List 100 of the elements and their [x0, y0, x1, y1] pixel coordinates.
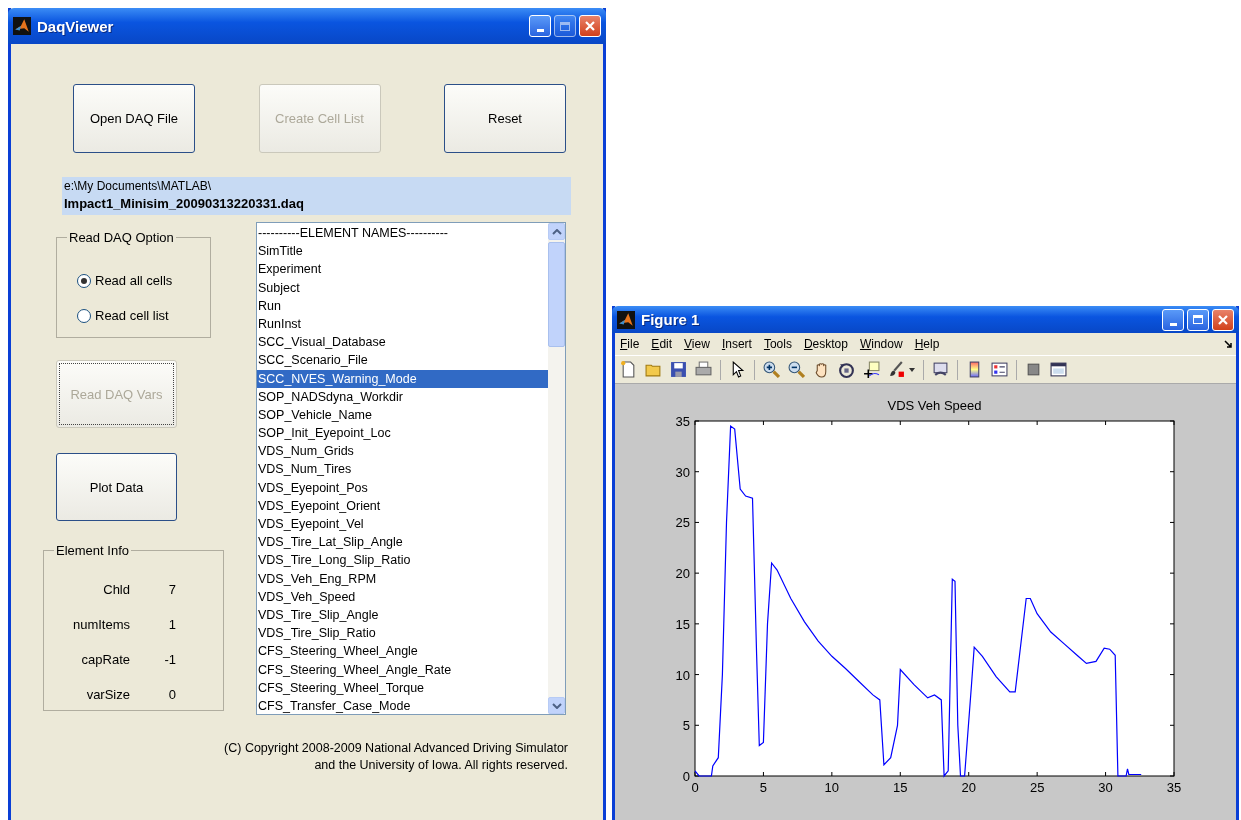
x-tick-label: 25: [1029, 780, 1045, 795]
x-tick-label: 5: [759, 780, 768, 795]
scroll-up-button[interactable]: [548, 223, 565, 240]
field-label: capRate: [80, 652, 130, 667]
link-plot-icon[interactable]: [932, 361, 949, 378]
x-tick-label: 35: [1166, 780, 1182, 795]
new-file-icon[interactable]: [620, 361, 637, 378]
list-item[interactable]: CFS_Steering_Wheel_Angle_Rate: [257, 660, 548, 679]
list-item[interactable]: VDS_Tire_Slip_Ratio: [257, 624, 548, 643]
x-tick-label: 10: [824, 780, 840, 795]
save-icon[interactable]: [670, 361, 687, 378]
menu-item[interactable]: Help: [914, 337, 940, 351]
field-label: numItems: [71, 617, 130, 632]
caret-icon[interactable]: [909, 367, 915, 372]
list-item[interactable]: VDS_Eyepoint_Pos: [257, 478, 548, 497]
matlab-logo-icon: [13, 17, 31, 35]
y-tick-label: 15: [675, 616, 690, 632]
list-item[interactable]: CFS_Steering_Wheel_Angle: [257, 642, 548, 661]
push-button[interactable]: Open DAQ File: [73, 84, 195, 153]
dock-arrow-icon[interactable]: [1224, 340, 1232, 348]
y-tick-label: 35: [675, 414, 690, 429]
list-item[interactable]: Experiment: [257, 260, 548, 279]
x-tick-label: 15: [893, 780, 908, 795]
field-label: Chld: [102, 582, 130, 597]
list-item[interactable]: VDS_Veh_Eng_RPM: [257, 569, 548, 588]
x-tick-label: 20: [961, 780, 976, 795]
list-item[interactable]: VDS_Tire_Lat_Slip_Angle: [257, 533, 548, 552]
list-item[interactable]: VDS_Eyepoint_Vel: [257, 515, 548, 534]
square-icon[interactable]: [1025, 361, 1042, 378]
list-item[interactable]: VDS_Num_Tires: [257, 460, 548, 479]
zoom-out-icon[interactable]: [788, 361, 805, 378]
list-item[interactable]: SCC_Scenario_File: [257, 351, 548, 370]
minimize-button[interactable]: [529, 15, 551, 37]
x-tick-label: 0: [691, 780, 699, 795]
menu-item[interactable]: Edit: [651, 337, 673, 351]
close-button[interactable]: [1212, 308, 1234, 331]
file-name-text: Impact1_Minisim_20090313220331.daq: [64, 196, 305, 211]
list-item[interactable]: SimTitle: [257, 242, 548, 261]
minimize-button[interactable]: [1162, 308, 1184, 331]
chevron-up-icon: [551, 228, 562, 235]
field-value: 7: [167, 582, 176, 597]
list-item[interactable]: CFS_Steering_Wheel_Torque: [257, 678, 548, 697]
menu-item[interactable]: Tools: [763, 337, 792, 351]
menu-item[interactable]: View: [684, 337, 710, 351]
list-item[interactable]: SOP_Vehicle_Name: [257, 405, 548, 425]
window-icon[interactable]: [1050, 361, 1067, 378]
maximize-button[interactable]: [554, 15, 576, 37]
y-tick-label: 5: [682, 718, 690, 734]
print-icon[interactable]: [695, 361, 712, 378]
chart-title: VDS Veh Speed: [887, 398, 982, 413]
close-button[interactable]: [579, 15, 601, 37]
group-title: Element Info: [55, 543, 130, 558]
scroll-down-button[interactable]: [548, 697, 565, 714]
scrollbar-thumb[interactable]: [548, 242, 565, 347]
close-icon: [584, 20, 596, 32]
window-title: Figure 1: [641, 311, 700, 328]
list-item[interactable]: CFS_Transfer_Case_Mode: [257, 696, 548, 714]
list-item[interactable]: VDS_Eyepoint_Orient: [257, 496, 548, 515]
field-value: 1: [167, 617, 176, 632]
field-value: -1: [163, 652, 176, 667]
plot-data-button[interactable]: Plot Data: [56, 453, 177, 521]
list-item[interactable]: SOP_NADSdyna_Workdir: [257, 387, 548, 406]
matlab-logo-icon: [617, 310, 635, 329]
y-tick-label: 0: [682, 769, 690, 784]
group-title: Read DAQ Option: [68, 230, 175, 245]
close-icon: [1217, 313, 1229, 326]
list-item[interactable]: VDS_Veh_Speed: [257, 587, 548, 606]
y-tick-label: 25: [675, 515, 690, 531]
list-item[interactable]: SOP_Init_Eyepoint_Loc: [257, 424, 548, 443]
data-cursor-icon[interactable]: [863, 361, 880, 378]
chevron-down-icon: [551, 702, 562, 709]
rotate-icon[interactable]: [838, 361, 855, 378]
y-tick-label: 10: [675, 667, 690, 683]
menu-item[interactable]: Desktop: [803, 337, 848, 351]
list-item[interactable]: VDS_Num_Grids: [257, 442, 548, 461]
brush-icon[interactable]: [888, 361, 905, 378]
x-tick-label: 30: [1098, 780, 1113, 795]
menu-item[interactable]: Window: [859, 337, 903, 351]
zoom-in-icon[interactable]: [763, 361, 780, 378]
list-item[interactable]: RunInst: [257, 314, 548, 334]
radio-option[interactable]: Read cell list: [57, 298, 210, 333]
menu-item[interactable]: File: [620, 337, 640, 351]
push-button[interactable]: Reset: [444, 84, 566, 153]
y-tick-label: 20: [675, 566, 690, 582]
menu-item[interactable]: Insert: [721, 337, 752, 351]
list-item[interactable]: VDS_Tire_Long_Slip_Ratio: [257, 551, 548, 570]
list-item[interactable]: ----------ELEMENT NAMES----------: [257, 224, 548, 243]
list-item[interactable]: SCC_NVES_Warning_Mode: [257, 369, 548, 388]
copyright-text: and the University of Iowa. All rights reserved.: [314, 758, 568, 772]
list-item[interactable]: Run: [257, 296, 548, 315]
copyright-text: (C) Copyright 2008-2009 National Advanced Driving Simulator: [224, 741, 568, 755]
window-title: DaqViewer: [37, 17, 114, 35]
list-item[interactable]: SCC_Visual_Database: [257, 333, 548, 352]
legend-icon[interactable]: [991, 361, 1008, 378]
list-item[interactable]: Subject: [257, 278, 548, 297]
list-item[interactable]: VDS_Tire_Slip_Angle: [257, 605, 548, 625]
maximize-button[interactable]: [1187, 308, 1209, 331]
y-tick-label: 30: [675, 464, 690, 480]
radio-option[interactable]: Read all cells: [57, 263, 210, 298]
field-value: 0: [167, 687, 176, 702]
